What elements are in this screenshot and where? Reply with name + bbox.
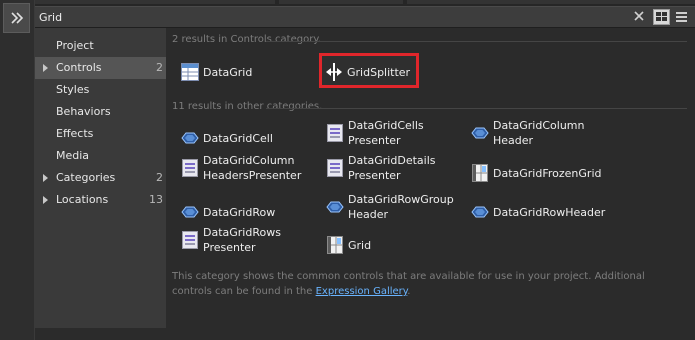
bottom-strip — [35, 328, 695, 340]
category-results-header: 2 results in Controls category. — [172, 34, 321, 45]
asset-item-datagridrow[interactable]: DataGridRow — [179, 200, 275, 224]
gridsplitter-icon — [323, 60, 345, 84]
footer-description: This category shows the common controls … — [172, 269, 687, 299]
sidebar-item-count: 13 — [149, 193, 163, 206]
sidebar-item-categories[interactable]: Categories 2 — [35, 167, 166, 189]
grid-icon — [324, 233, 346, 257]
asset-item-datagridrowspresenter[interactable]: DataGridRows Presenter — [179, 225, 281, 255]
asset-item-datagridrowheader[interactable]: DataGridRowHeader — [469, 200, 605, 224]
sidebar-item-behaviors[interactable]: Behaviors — [35, 101, 166, 123]
asset-item-label: DataGrid — [203, 65, 253, 79]
asset-item-label: DataGridRowGroup Header — [348, 193, 454, 221]
expand-arrow-icon[interactable] — [43, 196, 48, 204]
sidebar-item-label: Styles — [56, 83, 90, 96]
asset-item-label: DataGridRows Presenter — [203, 226, 281, 254]
sidebar-item-styles[interactable]: Styles — [35, 79, 166, 101]
category-sidebar: Project Controls 2 Styles Behaviors Effects Me… — [35, 28, 166, 328]
asset-item-label: DataGridCells Presenter — [348, 119, 424, 147]
diamond-icon — [324, 195, 346, 219]
sidebar-item-label: Effects — [56, 127, 94, 140]
asset-item-label: DataGridColumn HeadersPresenter — [203, 154, 302, 182]
expand-arrow-icon[interactable] — [43, 174, 48, 182]
asset-item-gridsplitter[interactable]: GridSplitter — [323, 60, 410, 84]
asset-item-grid[interactable]: Grid — [324, 233, 371, 257]
diamond-icon — [469, 200, 491, 224]
presenter-icon — [324, 121, 346, 145]
asset-item-label: DataGridRowHeader — [493, 205, 606, 219]
asset-item-datagridcellspresenter[interactable]: DataGridCells Presenter — [324, 118, 424, 148]
asset-item-datagriddetailspresenter[interactable]: DataGridDetails Presenter — [324, 153, 435, 183]
asset-item-datagridcolumnheader[interactable]: DataGridColumn Header — [469, 118, 584, 148]
asset-panel: Project Controls 2 Styles Behaviors Effects Me… — [35, 28, 695, 340]
asset-item-label: GridSplitter — [347, 65, 411, 79]
sidebar-item-media[interactable]: Media — [35, 145, 166, 167]
expand-arrow-icon[interactable] — [43, 64, 48, 72]
search-input[interactable] — [39, 9, 619, 25]
asset-item-label: DataGridColumn Header — [493, 119, 585, 147]
sidebar-item-count: 2 — [156, 61, 163, 74]
asset-item-label: DataGridFrozenGrid — [493, 166, 602, 180]
sidebar-item-label: Categories — [56, 171, 116, 184]
left-strip — [0, 0, 35, 340]
datagrid-icon — [179, 60, 201, 84]
footer-suffix: . — [407, 286, 411, 297]
asset-item-label: DataGridRow — [203, 205, 276, 219]
sidebar-item-controls[interactable]: Controls 2 — [35, 57, 166, 79]
asset-item-datagridcolumnheaderspresenter[interactable]: DataGridColumn HeadersPresenter — [179, 153, 301, 183]
results-area: 2 results in Controls category. DataGrid… — [166, 28, 695, 340]
sidebar-item-label: Media — [56, 149, 90, 162]
sidebar-item-count: 2 — [156, 171, 163, 184]
grid-icon — [469, 161, 491, 185]
asset-item-datagridrowgroupheader[interactable]: DataGridRowGroup Header — [324, 192, 454, 222]
asset-item-datagridfrozengrid[interactable]: DataGridFrozenGrid — [469, 161, 602, 185]
presenter-icon — [324, 156, 346, 180]
sidebar-item-label: Behaviors — [56, 105, 111, 118]
presenter-icon — [179, 156, 201, 180]
sidebar-item-label: Locations — [56, 193, 109, 206]
sidebar-item-label: Controls — [56, 61, 102, 74]
clear-search-icon[interactable] — [633, 10, 645, 22]
search-bar — [35, 6, 695, 28]
grid-view-icon — [656, 12, 667, 21]
diamond-icon — [469, 121, 491, 145]
expand-panel-button[interactable] — [3, 3, 30, 33]
sidebar-item-effects[interactable]: Effects — [35, 123, 166, 145]
diamond-icon — [179, 200, 201, 224]
grid-view-button[interactable] — [653, 9, 670, 25]
expression-gallery-link[interactable]: Expression Gallery — [316, 286, 408, 297]
asset-item-datagrid[interactable]: DataGrid — [179, 60, 252, 84]
list-view-button[interactable] — [673, 9, 690, 25]
presenter-icon — [179, 228, 201, 252]
asset-item-label: Grid — [348, 238, 372, 252]
other-results-header: 11 results in other categories. — [172, 101, 323, 112]
list-view-icon — [676, 12, 687, 22]
asset-item-label: DataGridCell — [203, 131, 273, 145]
asset-item-datagridcell[interactable]: DataGridCell — [179, 126, 273, 150]
sidebar-item-project[interactable]: Project — [35, 35, 166, 57]
sidebar-item-locations[interactable]: Locations 13 — [35, 189, 166, 211]
sidebar-item-label: Project — [56, 39, 94, 52]
diamond-icon — [179, 126, 201, 150]
asset-item-label: DataGridDetails Presenter — [348, 154, 436, 182]
double-chevron-right-icon — [10, 12, 23, 24]
